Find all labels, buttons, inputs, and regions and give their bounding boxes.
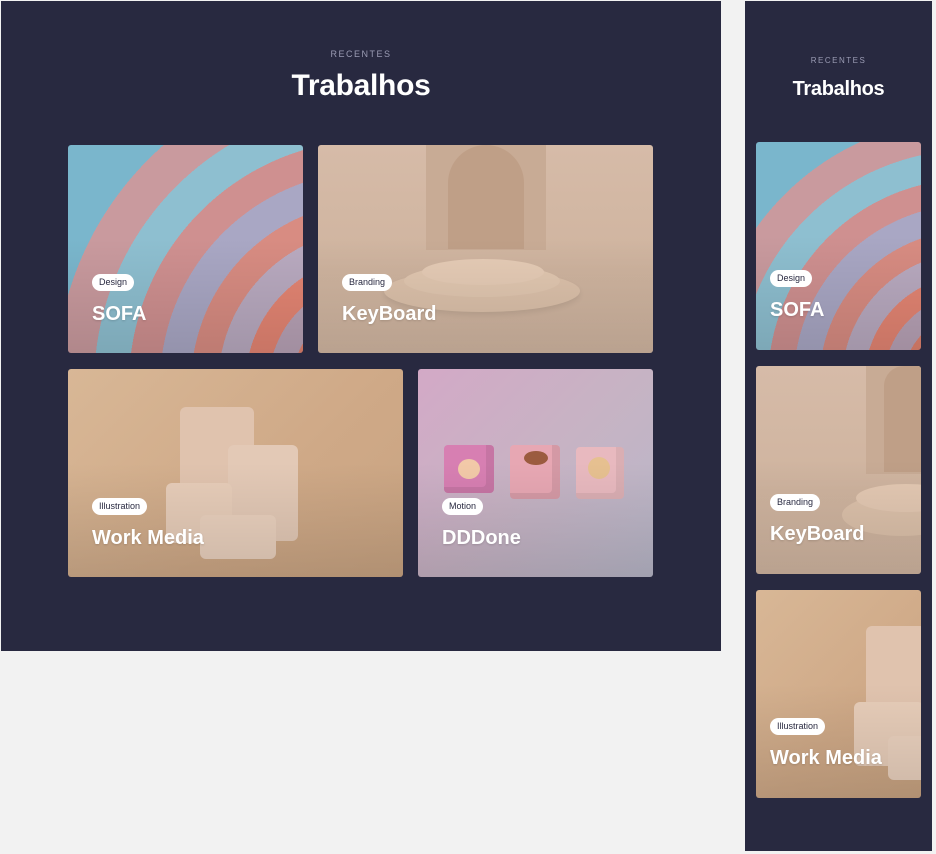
section-eyebrow: RECENTES (330, 49, 392, 59)
project-tag: Motion (442, 498, 484, 515)
project-card-work-media[interactable]: Illustration Work Media (756, 590, 921, 798)
project-tag: Illustration (770, 718, 826, 735)
project-title: Work Media (92, 527, 204, 549)
project-tag: Illustration (92, 498, 148, 515)
section-title: Trabalhos (792, 78, 885, 100)
project-card-work-media[interactable]: Illustration Work Media (68, 369, 403, 577)
section-eyebrow: RECENTES (810, 56, 867, 65)
project-title: SOFA (770, 299, 825, 321)
project-tag: Design (92, 274, 135, 291)
project-card-dddone[interactable]: Motion DDDone (418, 369, 653, 577)
project-card-keyboard[interactable]: Branding KeyBoard (756, 366, 921, 574)
project-title: Work Media (770, 747, 882, 769)
portfolio-section-desktop: RECENTES Trabalhos Design SOFA Branding … (1, 1, 721, 651)
project-title: KeyBoard (770, 523, 865, 545)
project-title: DDDone (442, 527, 521, 549)
project-card-sofa[interactable]: Design SOFA (68, 145, 303, 353)
project-tag: Design (770, 270, 813, 287)
project-tag: Branding (770, 494, 821, 511)
project-title: SOFA (92, 303, 147, 325)
portfolio-section-mobile: RECENTES Trabalhos Design SOFA Branding … (745, 1, 932, 851)
section-title: Trabalhos (291, 69, 431, 102)
project-card-keyboard[interactable]: Branding KeyBoard (318, 145, 653, 353)
project-tag: Branding (342, 274, 393, 291)
project-title: KeyBoard (342, 303, 437, 325)
project-card-sofa[interactable]: Design SOFA (756, 142, 921, 350)
